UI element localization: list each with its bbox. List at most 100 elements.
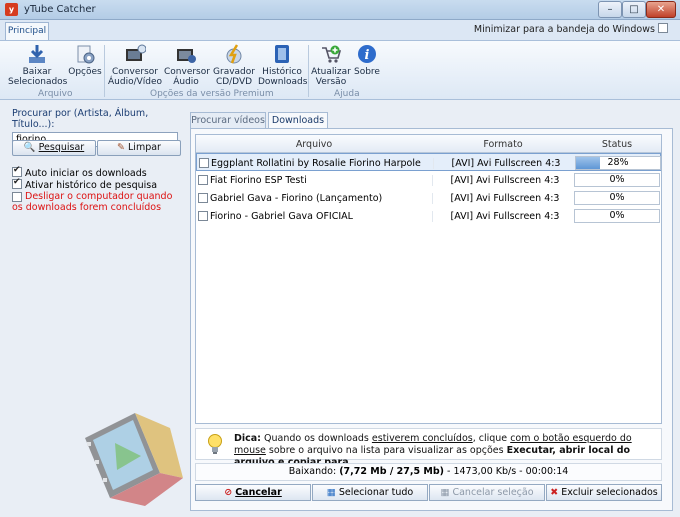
row-status: 0% (609, 192, 625, 203)
download-icon (29, 45, 45, 63)
row-status: 0% (609, 210, 625, 221)
row-checkbox[interactable] (198, 211, 208, 221)
download-selected-label-1: Baixar (22, 67, 52, 77)
row-status-progress: 0% (574, 209, 660, 223)
film-converter-icon (126, 44, 146, 61)
auto-start-option[interactable]: Auto iniciar os downloads (12, 165, 147, 179)
cart-update-icon (322, 45, 342, 63)
download-history-button[interactable]: Histórico Downloads (258, 43, 308, 87)
download-status-sizes: (7,72 Mb / 27,5 Mb) (339, 466, 444, 477)
download-status: Baixando: (7,72 Mb / 27,5 Mb) - 1473,00 … (195, 463, 662, 481)
options-label: Opções (68, 67, 102, 77)
row-status: 28% (607, 157, 629, 168)
downloads-panel: Arquivo Formato Status Eggplant Rollatin… (190, 128, 673, 511)
tip-box: Dica: Quando os downloads estiverem conc… (195, 428, 662, 468)
tip-text-1: Quando os downloads (260, 433, 372, 444)
film-reel-logo-icon (85, 413, 183, 506)
minimize-window-button[interactable]: – (598, 1, 622, 18)
delete-selected-button[interactable]: ✖ Excluir selecionados (546, 484, 662, 501)
history-checkbox[interactable] (12, 177, 22, 189)
tip-link-completed: estiverem concluídos (371, 433, 473, 444)
cancel-button[interactable]: ⊘ Cancelar (195, 484, 311, 501)
cancel-selection-label: Cancelar seleção (452, 487, 534, 498)
cd-dvd-burner-label-2: CD/DVD (215, 77, 253, 87)
tab-search-videos[interactable]: Procurar vídeos (190, 112, 266, 129)
ribbon: Baixar Selecionados Opções Conversor Áud… (0, 40, 680, 100)
select-all-button[interactable]: ▦ Selecionar tudo (312, 484, 428, 501)
download-history-label-1: Histórico (262, 67, 302, 77)
download-status-rest: - 1473,00 Kb/s - 00:00:14 (443, 466, 569, 477)
shutdown-option[interactable]: Desligar o computador quando os download… (12, 191, 182, 213)
audio-converter-icon (177, 49, 196, 63)
download-status-prefix: Baixando: (288, 466, 340, 477)
row-checkbox[interactable] (198, 175, 208, 185)
header-status[interactable]: Status (574, 139, 660, 150)
minimize-to-tray-label: Minimizar para a bandeja do Windows (473, 24, 655, 35)
app-icon: y (5, 3, 18, 16)
downloads-grid: Arquivo Formato Status Eggplant Rollatin… (195, 134, 662, 424)
lightbulb-icon (208, 434, 222, 454)
history-option[interactable]: Ativar histórico de pesquisa (12, 177, 157, 191)
row-format: [AVI] Avi Fullscreen 4:3 (432, 193, 577, 204)
row-status-progress: 0% (574, 191, 660, 205)
cd-dvd-burner-label-1: Gravador (213, 67, 255, 77)
history-icon (275, 45, 289, 63)
broom-icon: ✎ (117, 142, 125, 153)
table-row[interactable]: Eggplant Rollatini by Rosalie Fiorino Ha… (196, 153, 661, 171)
clear-button[interactable]: ✎ Limpar (97, 140, 181, 156)
maximize-window-button[interactable]: □ (622, 1, 646, 18)
grid-header: Arquivo Formato Status (196, 135, 661, 153)
tip-label: Dica: (234, 433, 261, 444)
audio-video-converter-button[interactable]: Conversor Áudio/Vídeo (108, 43, 162, 87)
progress-fill (576, 157, 600, 169)
about-button[interactable]: i Sobre (352, 43, 382, 77)
update-version-button[interactable]: Atualizar Versão (311, 43, 351, 87)
options-icon (77, 45, 95, 64)
cancel-selection-icon: ▦ (440, 487, 450, 498)
table-row[interactable]: Fiorino - Gabriel Gava OFICIAL [AVI] Avi… (196, 207, 661, 225)
audio-video-converter-label-2: Áudio/Vídeo (108, 77, 163, 87)
title-bar: y yTube Catcher – □ ✕ (0, 0, 680, 20)
minimize-to-tray-checkbox[interactable] (658, 23, 668, 33)
table-row[interactable]: Gabriel Gava - Fiorino (Lançamento) [AVI… (196, 189, 661, 207)
search-button-label: Pesquisar (38, 142, 85, 153)
close-window-button[interactable]: ✕ (646, 1, 676, 18)
cd-dvd-burner-button[interactable]: Gravador CD/DVD (212, 43, 256, 87)
row-status: 0% (609, 174, 625, 185)
update-version-label-1: Atualizar (311, 67, 351, 77)
options-button[interactable]: Opções (68, 43, 102, 77)
ribbon-tab-strip: Principal Minimizar para a bandeja do Wi… (0, 20, 680, 41)
ribbon-separator (104, 45, 105, 97)
row-checkbox[interactable] (199, 158, 209, 168)
header-file[interactable]: Arquivo (196, 139, 432, 150)
update-version-label-2: Versão (315, 77, 347, 87)
auto-start-checkbox[interactable] (12, 165, 22, 177)
cancel-selection-button[interactable]: ▦ Cancelar seleção (429, 484, 545, 501)
audio-converter-label-2: Áudio (173, 77, 199, 87)
delete-selected-label: Excluir selecionados (561, 487, 658, 498)
audio-converter-label-1: Conversor (164, 67, 210, 77)
download-selected-button[interactable]: Baixar Selecionados (8, 43, 67, 87)
search-button[interactable]: 🔍 Pesquisar (12, 140, 96, 156)
row-status-progress: 0% (574, 173, 660, 187)
group-label-arquivo: Arquivo (38, 89, 73, 99)
minimize-to-tray-option[interactable]: Minimizar para a bandeja do Windows (474, 23, 668, 35)
row-file-name: Eggplant Rollatini by Rosalie Fiorino Ha… (211, 158, 421, 169)
row-checkbox[interactable] (198, 193, 208, 203)
about-label: Sobre (354, 67, 380, 77)
header-format[interactable]: Formato (432, 139, 574, 150)
tab-principal[interactable]: Principal (5, 22, 49, 41)
svg-text:i: i (365, 48, 370, 63)
shutdown-checkbox[interactable] (12, 192, 22, 202)
audio-video-converter-label-1: Conversor (112, 67, 158, 77)
table-row[interactable]: Fiat Fiorino ESP Testi [AVI] Avi Fullscr… (196, 171, 661, 189)
row-format: [AVI] Avi Fullscreen 4:3 (433, 158, 578, 169)
window-title: yTube Catcher (24, 4, 96, 15)
ribbon-separator (308, 45, 309, 97)
row-file-name: Fiorino - Gabriel Gava OFICIAL (210, 211, 353, 222)
tip-text-2: , clique (472, 433, 511, 444)
audio-converter-button[interactable]: Conversor Áudio (164, 43, 210, 87)
delete-icon: ✖ (550, 487, 559, 498)
info-icon: i (358, 45, 376, 63)
download-history-label-2: Downloads (258, 77, 308, 87)
